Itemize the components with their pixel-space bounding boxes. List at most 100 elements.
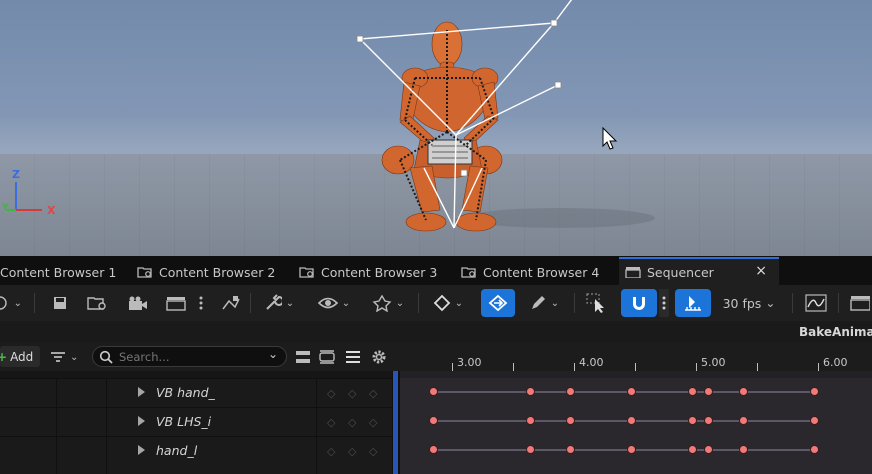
world-icon [0, 296, 7, 310]
snap-toggle-button[interactable] [621, 289, 657, 317]
sequence-name[interactable]: BakeAnimati [799, 325, 872, 339]
keyframe[interactable] [688, 416, 698, 425]
track-name: hand_l [156, 443, 198, 458]
save-button[interactable] [50, 289, 70, 317]
fps-label: 30 fps [722, 295, 762, 311]
browse-button[interactable] [86, 289, 110, 317]
more-icon [199, 296, 203, 310]
eye-icon [317, 297, 338, 309]
next-key-icon[interactable]: ◇ [369, 416, 377, 429]
next-key-icon[interactable]: ◇ [369, 387, 377, 400]
keyframe[interactable] [627, 416, 637, 425]
tab-content-browser-3[interactable]: Content Browser 3 [299, 259, 437, 285]
folder-search-icon [137, 267, 152, 278]
render-button[interactable] [164, 289, 188, 317]
keyframe[interactable] [739, 445, 748, 454]
snap-options-button[interactable] [659, 289, 669, 317]
settings-button[interactable] [369, 347, 389, 367]
keyframe[interactable] [810, 387, 820, 396]
keyframe[interactable] [704, 387, 714, 396]
search-input[interactable] [117, 348, 269, 366]
chevron-down-icon[interactable]: ⌄ [268, 347, 278, 361]
keyframe[interactable] [566, 416, 576, 425]
keyframe[interactable] [525, 387, 535, 396]
keyframe-area[interactable] [400, 371, 872, 474]
collapse-button[interactable] [294, 347, 312, 367]
camera-actor-button[interactable] [126, 289, 150, 317]
key-interp-button[interactable]: ⌄ [428, 289, 468, 317]
add-key-icon[interactable]: ◇ [348, 416, 356, 429]
chevron-down-icon: ⌄ [765, 296, 776, 310]
prev-key-icon[interactable]: ◇ [327, 445, 335, 458]
track-lane-0[interactable] [400, 378, 872, 406]
keyframe[interactable] [429, 416, 439, 425]
track-row[interactable]: VB hand_ ◇ ◇ ◇ [0, 378, 392, 407]
axis-label-x: X [47, 204, 56, 217]
tab-content-browser-2[interactable]: Content Browser 2 [137, 259, 275, 285]
pencil-button[interactable]: ⌄ [524, 289, 564, 317]
keyframe[interactable] [566, 445, 576, 454]
prev-key-icon[interactable]: ◇ [327, 416, 335, 429]
keyframe[interactable] [429, 387, 439, 396]
keyframe[interactable] [429, 445, 439, 454]
hierarchy-button[interactable] [218, 289, 242, 317]
snap-auto-icon [488, 294, 508, 312]
keyframe-connector [433, 391, 815, 393]
auto-key-button[interactable] [481, 289, 515, 317]
expand-arrow-icon[interactable] [138, 387, 145, 397]
key-icon [433, 294, 451, 312]
close-icon[interactable]: × [755, 263, 767, 279]
filter-button[interactable]: ⌄ [50, 348, 84, 366]
frame-snap-button[interactable] [675, 289, 711, 317]
select-button[interactable] [582, 289, 612, 317]
tab-content-browser-1[interactable]: Content Browser 1 [0, 259, 116, 285]
curve-editor-button[interactable] [802, 289, 830, 317]
keyframe[interactable] [566, 387, 576, 396]
wrench-icon [266, 294, 282, 310]
keyframe[interactable] [739, 416, 748, 425]
expand-arrow-icon[interactable] [138, 416, 145, 426]
cursor-select-icon [586, 293, 604, 313]
keyframe[interactable] [704, 445, 714, 454]
keyframe[interactable] [704, 416, 714, 425]
track-row[interactable]: hand_l ◇ ◇ ◇ [0, 436, 392, 465]
keyframe[interactable] [810, 416, 820, 425]
expand-button[interactable] [318, 347, 336, 367]
list-view-button[interactable] [344, 347, 362, 367]
more-options-button[interactable] [196, 289, 206, 317]
next-key-icon[interactable]: ◇ [369, 445, 377, 458]
add-track-button[interactable]: + Add [0, 346, 40, 367]
ruler-tick [513, 363, 514, 371]
tab-content-browser-4[interactable]: Content Browser 4 [461, 259, 599, 285]
render-movie-button[interactable] [848, 289, 872, 317]
level-viewport[interactable]: Z X Y [0, 0, 872, 256]
actor-options-button[interactable]: ⌄ [368, 289, 408, 317]
keyframe[interactable] [627, 387, 637, 396]
fps-dropdown[interactable]: 30 fps ⌄ [718, 289, 780, 317]
outliner-filter-row: + Add ⌄ ⌄ [0, 343, 400, 371]
keyframe[interactable] [810, 445, 820, 454]
expand-arrow-icon[interactable] [138, 445, 145, 455]
playhead-marker[interactable] [393, 371, 398, 474]
keyframe[interactable] [739, 387, 748, 396]
prev-key-icon[interactable]: ◇ [327, 387, 335, 400]
keyframe[interactable] [627, 445, 637, 454]
track-lane-2[interactable] [400, 436, 872, 464]
tab-sequencer[interactable]: Sequencer × [619, 257, 779, 285]
film-strip-icon [850, 296, 870, 311]
track-lane-1[interactable] [400, 407, 872, 435]
add-key-icon[interactable]: ◇ [348, 387, 356, 400]
visibility-button[interactable]: ⌄ [314, 289, 354, 317]
keyframe[interactable] [688, 387, 698, 396]
pencil-icon [531, 296, 545, 309]
search-box[interactable]: ⌄ [92, 346, 287, 367]
ruler-label: 5.00 [701, 356, 726, 369]
keyframe[interactable] [688, 445, 698, 454]
keyframe[interactable] [525, 416, 535, 425]
tools-button[interactable]: ⌄ [260, 289, 298, 317]
world-button[interactable]: ⌄ [0, 289, 22, 317]
time-ruler[interactable]: 3.00 4.00 5.00 6.00 [400, 343, 872, 371]
add-key-icon[interactable]: ◇ [348, 445, 356, 458]
keyframe[interactable] [525, 445, 535, 454]
track-row[interactable]: VB LHS_i ◇ ◇ ◇ [0, 407, 392, 436]
